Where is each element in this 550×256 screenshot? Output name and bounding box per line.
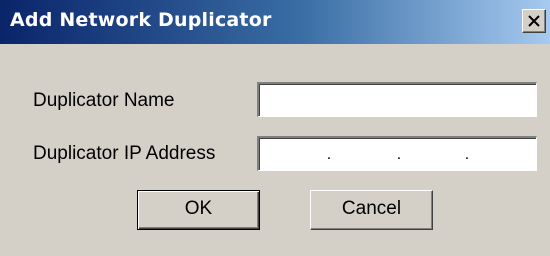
duplicator-ip-label: Duplicator IP Address [33,143,216,164]
add-network-duplicator-dialog: Add Network Duplicator Duplicator Name D… [0,0,550,256]
cancel-button[interactable]: Cancel [310,190,433,230]
ok-button[interactable]: OK [137,190,260,230]
duplicator-ip-address-field[interactable]: . . . [257,136,537,171]
window-title: Add Network Duplicator [10,9,272,31]
duplicator-name-input[interactable] [257,82,537,117]
ip-separator-1: . [326,146,332,163]
close-button[interactable] [522,9,546,33]
ip-octet-2-input[interactable] [335,142,389,166]
ip-separator-3: . [464,146,470,163]
ip-octet-1-input[interactable] [265,142,319,166]
close-icon [528,15,540,27]
ip-octet-4-input[interactable] [473,142,527,166]
duplicator-name-label: Duplicator Name [33,90,175,111]
ip-separator-2: . [396,146,402,163]
title-bar[interactable]: Add Network Duplicator [0,0,550,44]
ip-octet-3-input[interactable] [405,142,459,166]
